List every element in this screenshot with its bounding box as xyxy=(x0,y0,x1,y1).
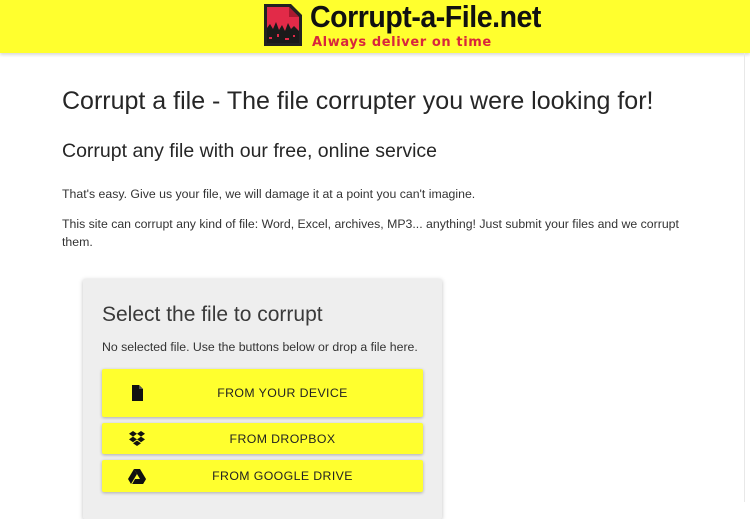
corrupted-file-logo-icon xyxy=(264,4,302,46)
site-header: Corrupt-a-File.net Always deliver on tim… xyxy=(0,0,750,53)
upload-card-title: Select the file to corrupt xyxy=(102,303,323,326)
file-upload-card[interactable]: Select the file to corrupt No selected f… xyxy=(83,279,442,519)
from-device-button[interactable]: FROM YOUR DEVICE xyxy=(102,369,423,417)
site-logo[interactable]: Corrupt-a-File.net Always deliver on tim… xyxy=(258,0,541,51)
from-dropbox-label: FROM DROPBOX xyxy=(229,431,336,446)
description-paragraph: This site can corrupt any kind of file: … xyxy=(62,217,679,249)
intro-paragraph: That's easy. Give us your file, we will … xyxy=(62,187,476,201)
from-dropbox-button[interactable]: FROM DROPBOX xyxy=(102,423,423,454)
page-title: Corrupt a file - The file corrupter you … xyxy=(62,87,654,115)
upload-status-text: No selected file. Use the buttons below … xyxy=(102,340,418,354)
page-edge-divider xyxy=(744,53,745,502)
logo-title: Corrupt-a-File.net xyxy=(310,0,541,34)
logo-tagline: Always deliver on time xyxy=(312,35,492,50)
from-google-drive-label: FROM GOOGLE DRIVE xyxy=(212,469,353,483)
page-subtitle: Corrupt any file with our free, online s… xyxy=(62,140,438,162)
from-device-label: FROM YOUR DEVICE xyxy=(217,386,348,400)
from-google-drive-button[interactable]: FROM GOOGLE DRIVE xyxy=(102,460,423,492)
